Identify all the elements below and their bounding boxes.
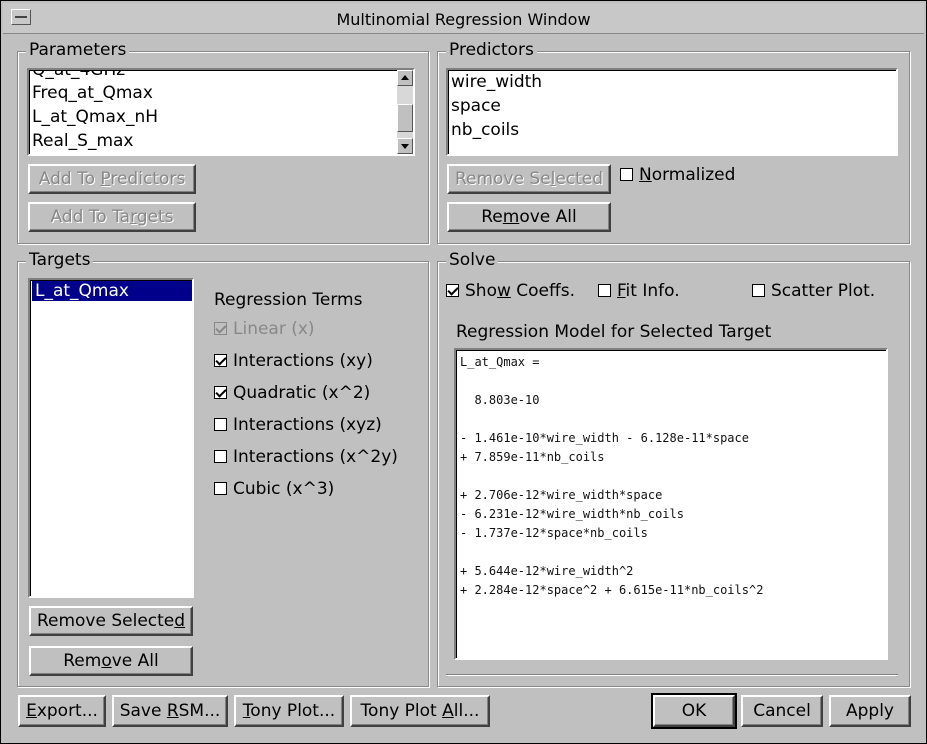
title-bar: Multinomial Regression Window [3,3,924,34]
list-item-selected[interactable]: L_at_Qmax [32,281,192,301]
checkbox-icon [214,450,227,463]
list-item[interactable]: wire_width [451,72,542,92]
checkbox-icon [214,322,227,335]
checkbox-icon [214,354,227,367]
regression-model-textarea[interactable]: L_at_Qmax = 8.803e-10 - 1.461e-10*wire_w… [454,348,888,660]
save-rsm-button[interactable]: Save RSM... [112,695,228,727]
scroll-thumb[interactable] [397,104,413,132]
checkbox-icon [752,284,765,297]
scroll-up-icon[interactable] [397,70,413,86]
remove-selected-predictor-button[interactable]: Remove Selected [447,164,611,194]
term-cubic-checkbox[interactable]: Cubic (x^3) [214,479,334,499]
remove-all-predictors-button[interactable]: Remove All [447,202,611,232]
remove-all-targets-button[interactable]: Remove All [29,646,193,676]
model-text: L_at_Qmax = 8.803e-10 - 1.461e-10*wire_w… [460,355,764,597]
list-item[interactable]: space [451,96,501,116]
list-item[interactable]: Freq_at_Qmax [32,83,153,103]
regression-terms-label: Regression Terms [214,290,363,310]
term-interactions-xy-checkbox[interactable]: Interactions (xy) [214,351,373,371]
list-item[interactable]: nb_coils [451,120,519,140]
predictors-group: Predictors wire_width space nb_coils Rem… [437,40,910,244]
parameters-scrollbar[interactable] [397,70,413,154]
predictors-legend: Predictors [446,40,537,60]
apply-button[interactable]: Apply [829,695,911,727]
add-to-predictors-button[interactable]: Add To Predictors [28,164,196,194]
window-title: Multinomial Regression Window [336,10,591,29]
term-linear-checkbox: Linear (x) [214,319,315,339]
checkbox-icon [446,284,459,297]
predictors-list[interactable]: wire_width space nb_coils [446,68,898,156]
term-interactions-xyz-checkbox[interactable]: Interactions (xyz) [214,415,382,435]
export-button[interactable]: Export... [18,695,106,727]
solve-legend: Solve [446,250,499,270]
add-to-targets-button[interactable]: Add To Targets [28,202,196,232]
parameters-list[interactable]: Q_at_4GHz Freq_at_Qmax L_at_Qmax_nH Real… [27,68,415,156]
tony-plot-all-button[interactable]: Tony Plot All... [350,695,490,727]
checkbox-icon [214,386,227,399]
fit-info-checkbox[interactable]: Fit Info. [598,281,680,301]
cancel-button[interactable]: Cancel [741,695,823,727]
checkbox-icon [598,284,611,297]
show-coeffs-checkbox[interactable]: Show Coeffs. [446,281,575,301]
targets-group: Targets L_at_Qmax Regression Terms Linea… [17,250,429,687]
list-item[interactable]: L_at_Qmax_nH [32,107,158,127]
list-item[interactable]: Q_at_4GHz [32,70,125,80]
list-item[interactable]: Real_S_max [32,131,133,151]
normalized-checkbox[interactable]: Normalized [620,165,735,185]
targets-legend: Targets [26,250,94,270]
checkbox-icon [214,482,227,495]
scroll-down-icon[interactable] [397,138,413,154]
scatter-plot-checkbox[interactable]: Scatter Plot. [752,281,875,301]
term-interactions-x2y-checkbox[interactable]: Interactions (x^2y) [214,447,398,467]
remove-selected-target-button[interactable]: Remove Selected [29,606,193,636]
term-quadratic-checkbox[interactable]: Quadratic (x^2) [214,383,370,403]
ok-button[interactable]: OK [651,693,737,729]
solve-group: Solve Show Coeffs. Fit Info. Scatter Plo… [437,250,910,687]
parameters-group: Parameters Q_at_4GHz Freq_at_Qmax L_at_Q… [17,40,429,244]
model-label: Regression Model for Selected Target [456,322,772,342]
targets-list[interactable]: L_at_Qmax [28,278,194,598]
tony-plot-button[interactable]: Tony Plot... [234,695,344,727]
divider [446,674,898,676]
checkbox-icon [214,418,227,431]
checkbox-icon [620,168,633,181]
parameters-legend: Parameters [26,40,130,60]
